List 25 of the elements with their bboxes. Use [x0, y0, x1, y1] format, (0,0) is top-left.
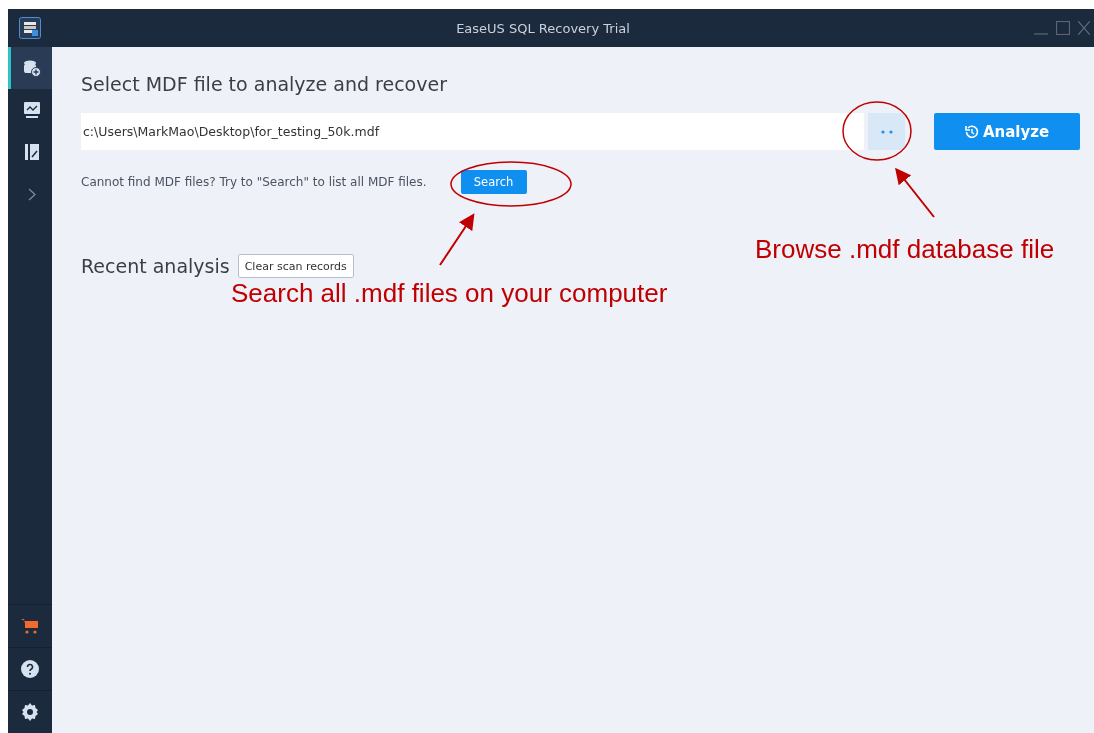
annotation-text: Search all .mdf files on your computer — [231, 278, 668, 309]
arrow — [439, 213, 475, 266]
browse-button[interactable] — [868, 113, 905, 150]
section-heading: Recent analysis — [81, 255, 230, 277]
document-edit-icon — [24, 144, 39, 160]
maximize-icon[interactable] — [1056, 21, 1070, 35]
hint-text: Cannot find MDF files? Try to "Search" to list all MDF files. — [81, 175, 427, 189]
monitor-chart-icon — [23, 102, 40, 118]
section-heading: Select MDF file to analyze and recover — [81, 73, 448, 97]
history-icon — [964, 124, 979, 139]
settings-icon — [21, 703, 39, 721]
file-path-field[interactable]: c:\Users\MarkMao\Desktop\for_testing_50k.mdf — [81, 113, 864, 150]
dots-icon — [880, 129, 893, 134]
close-icon[interactable] — [1078, 21, 1090, 35]
cart-icon — [21, 618, 39, 634]
arrow — [895, 167, 935, 218]
database-add-icon — [22, 59, 41, 77]
highlight-circle — [842, 101, 912, 161]
chevron-right-icon — [27, 187, 36, 201]
annotation-text: Browse .mdf database file — [755, 234, 1055, 265]
clear-records-button[interactable]: Clear scan records — [237, 254, 354, 278]
sidebar-item[interactable] — [8, 47, 52, 89]
help-icon — [21, 660, 39, 678]
app-logo-icon — [19, 17, 41, 39]
window-title: EaseUS SQL Recovery Trial — [455, 20, 631, 36]
